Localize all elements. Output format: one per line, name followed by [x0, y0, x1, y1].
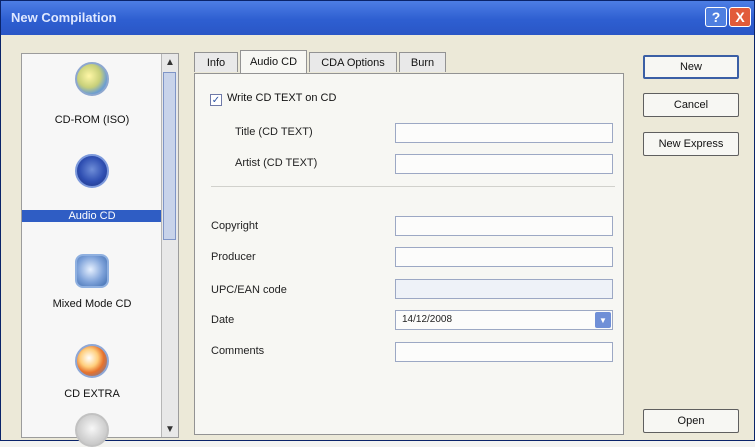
copyright-field[interactable]	[395, 216, 613, 236]
vertical-scrollbar[interactable]: ▲ ▼	[161, 54, 178, 437]
copyright-label: Copyright	[211, 220, 259, 232]
new-express-button[interactable]: New Express	[643, 132, 739, 156]
upc-ean-field[interactable]	[395, 279, 613, 299]
list-item-label: Audio CD	[22, 210, 162, 222]
chevron-down-icon[interactable]: ▼	[595, 312, 611, 328]
list-item-partial[interactable]	[22, 409, 162, 447]
close-button[interactable]: X	[729, 7, 751, 27]
chevron-down-icon: ▼	[165, 423, 175, 435]
title-cd-text-field[interactable]	[395, 123, 613, 143]
tab-audio-cd[interactable]: Audio CD	[240, 50, 307, 73]
open-button[interactable]: Open	[643, 409, 739, 433]
upc-ean-label: UPC/EAN code	[211, 284, 287, 296]
list-item-label: CD EXTRA	[64, 388, 120, 400]
audio-cd-icon	[75, 154, 109, 188]
cancel-button[interactable]: Cancel	[643, 93, 739, 117]
compilation-type-list: CD-ROM (ISO) Audio CD Mixed Mode CD CD E…	[21, 53, 179, 447]
cd-extra-icon	[75, 344, 109, 378]
help-button[interactable]: ?	[705, 7, 727, 27]
dvd-icon	[75, 413, 109, 447]
date-label: Date	[211, 314, 235, 326]
mixed-mode-cd-icon	[75, 254, 109, 288]
list-item-mixed-mode-cd[interactable]: Mixed Mode CD	[22, 254, 162, 338]
date-value: 14/12/2008	[402, 314, 453, 325]
write-cd-text-label: Write CD TEXT on CD	[227, 92, 337, 104]
producer-label: Producer	[211, 251, 256, 263]
tab-cda-options[interactable]: CDA Options	[309, 52, 397, 72]
audio-cd-panel: ✓ Write CD TEXT on CD Title (CD TEXT) Ar…	[194, 73, 624, 435]
scroll-up-button[interactable]: ▲	[162, 54, 178, 70]
dialog-body: CD-ROM (ISO) Audio CD Mixed Mode CD CD E…	[1, 35, 754, 447]
chevron-up-icon: ▲	[165, 56, 175, 68]
write-cd-text-checkbox[interactable]: ✓	[210, 94, 222, 106]
producer-field[interactable]	[395, 247, 613, 267]
cd-rom-iso-icon	[75, 62, 109, 96]
scroll-thumb[interactable]	[163, 72, 176, 240]
list-item-label: Mixed Mode CD	[52, 298, 132, 310]
list-item-label: CD-ROM (ISO)	[54, 114, 130, 126]
list-item-cd-rom-iso[interactable]: CD-ROM (ISO)	[22, 62, 162, 146]
artist-cd-text-field[interactable]	[395, 154, 613, 174]
artist-cd-text-label: Artist (CD TEXT)	[235, 157, 318, 169]
window-title: New Compilation	[11, 10, 117, 25]
comments-label: Comments	[211, 345, 265, 357]
date-picker[interactable]: 14/12/2008 ▼	[395, 310, 613, 330]
title-bar: New Compilation ? X	[1, 1, 754, 35]
help-icon: ?	[711, 9, 721, 25]
new-button[interactable]: New	[643, 55, 739, 79]
new-compilation-window: New Compilation ? X CD-ROM (ISO) Audio C…	[0, 0, 755, 447]
title-cd-text-label: Title (CD TEXT)	[235, 126, 313, 138]
comments-field[interactable]	[395, 342, 613, 362]
list-item-audio-cd[interactable]: Audio CD	[22, 154, 162, 238]
section-divider	[211, 186, 615, 187]
tab-info[interactable]: Info	[194, 52, 238, 72]
tab-burn[interactable]: Burn	[399, 52, 446, 72]
scroll-down-button[interactable]: ▼	[162, 421, 178, 437]
close-icon: X	[735, 9, 745, 25]
